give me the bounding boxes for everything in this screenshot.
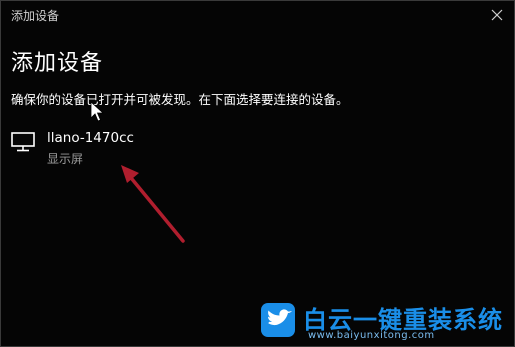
close-icon [491,9,503,21]
watermark-url: www.baiyunxitong.com [308,330,435,341]
mouse-cursor-icon [90,101,104,122]
close-button[interactable] [480,1,514,29]
monitor-icon [11,132,35,152]
page-heading: 添加设备 [11,51,104,76]
add-device-dialog: 添加设备 添加设备 确保你的设备已打开并可被发现。在下面选择要连接的设备。 ll… [0,0,515,347]
bird-icon [261,303,295,337]
annotation-arrow-icon [121,165,185,243]
device-type: 显示屏 [47,152,84,166]
instruction-text: 确保你的设备已打开并可被发现。在下面选择要连接的设备。 [11,92,349,107]
window-title: 添加设备 [11,9,60,23]
watermark: 白云一键重装系统 www.baiyunxitong.com [261,301,511,341]
title-bar: 添加设备 [1,1,514,29]
device-name: llano-1470cc [47,130,134,146]
